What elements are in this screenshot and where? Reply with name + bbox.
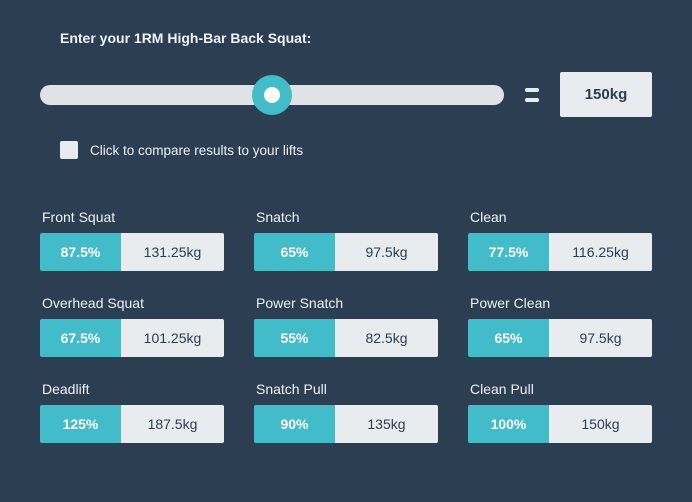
compare-row: Click to compare results to your lifts [60,141,652,159]
lift-name: Front Squat [40,209,224,225]
lift-bar: 125% 187.5kg [40,405,224,443]
lift-percent: 67.5% [40,319,121,357]
lift-percent: 125% [40,405,121,443]
lift-card: Snatch Pull 90% 135kg [254,381,438,443]
lift-card: Power Snatch 55% 82.5kg [254,295,438,357]
lift-percent: 100% [468,405,549,443]
lift-card: Deadlift 125% 187.5kg [40,381,224,443]
lift-bar: 87.5% 131.25kg [40,233,224,271]
onerm-slider[interactable] [40,85,504,105]
lift-weight: 187.5kg [121,405,224,443]
lift-weight: 131.25kg [121,233,224,271]
lift-bar: 90% 135kg [254,405,438,443]
lift-weight: 150kg [549,405,652,443]
lift-name: Power Snatch [254,295,438,311]
lift-weight: 116.25kg [549,233,652,271]
lift-name: Snatch Pull [254,381,438,397]
lift-grid: Front Squat 87.5% 131.25kg Snatch 65% 97… [40,209,652,443]
lift-weight: 135kg [335,405,438,443]
lift-bar: 55% 82.5kg [254,319,438,357]
lift-weight: 97.5kg [549,319,652,357]
lift-card: Snatch 65% 97.5kg [254,209,438,271]
lift-card: Front Squat 87.5% 131.25kg [40,209,224,271]
lift-bar: 67.5% 101.25kg [40,319,224,357]
lift-percent: 65% [468,319,549,357]
slider-row: 150kg [40,72,652,117]
lift-bar: 77.5% 116.25kg [468,233,652,271]
lift-percent: 90% [254,405,335,443]
lift-name: Clean [468,209,652,225]
slider-thumb[interactable] [252,75,292,115]
compare-checkbox[interactable] [60,141,78,159]
lift-percent: 87.5% [40,233,121,271]
lift-bar: 100% 150kg [468,405,652,443]
lift-card: Power Clean 65% 97.5kg [468,295,652,357]
lift-percent: 65% [254,233,335,271]
lift-name: Power Clean [468,295,652,311]
lift-weight: 82.5kg [335,319,438,357]
lift-name: Deadlift [40,381,224,397]
lift-name: Clean Pull [468,381,652,397]
lift-card: Clean Pull 100% 150kg [468,381,652,443]
equals-icon [522,88,542,102]
lift-name: Overhead Squat [40,295,224,311]
lift-name: Snatch [254,209,438,225]
lift-weight: 101.25kg [121,319,224,357]
lift-bar: 65% 97.5kg [254,233,438,271]
input-prompt: Enter your 1RM High-Bar Back Squat: [60,30,652,46]
lift-percent: 55% [254,319,335,357]
lift-weight: 97.5kg [335,233,438,271]
lift-card: Overhead Squat 67.5% 101.25kg [40,295,224,357]
compare-label: Click to compare results to your lifts [90,143,303,158]
lift-percent: 77.5% [468,233,549,271]
lift-card: Clean 77.5% 116.25kg [468,209,652,271]
lift-bar: 65% 97.5kg [468,319,652,357]
onerm-value[interactable]: 150kg [560,72,652,117]
